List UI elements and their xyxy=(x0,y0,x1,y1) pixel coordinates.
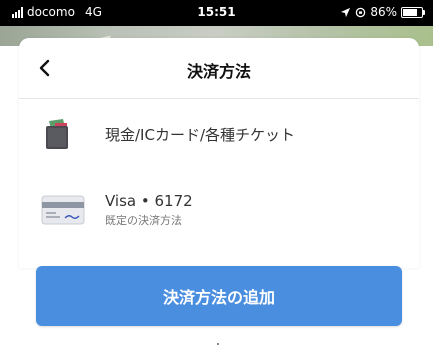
battery-percent: 86% xyxy=(370,5,397,19)
status-right: 86% xyxy=(340,5,425,19)
default-payment-badge: 既定の決済方法 xyxy=(105,214,182,227)
page-title: 決済方法 xyxy=(186,62,251,81)
payment-method-label: 現金/ICカード/各種チケット xyxy=(105,125,296,144)
add-payment-method-button[interactable]: 決済方法の追加 xyxy=(36,266,402,326)
payment-method-visa[interactable]: Visa • 6172 既定の決済方法 xyxy=(19,186,419,234)
payment-method-cash[interactable]: 現金/ICカード/各種チケット xyxy=(19,112,419,156)
location-arrow-icon xyxy=(341,7,351,17)
payment-method-text: Visa • 6172 既定の決済方法 xyxy=(105,192,193,228)
rotation-lock-icon xyxy=(356,7,366,17)
payment-method-text: 現金/ICカード/各種チケット xyxy=(105,124,295,145)
sheet-header: 決済方法 xyxy=(19,38,419,99)
app-screen: docomo 4G 15:51 86% 決済方法 現金/ICカード/各種チケット… xyxy=(0,0,433,348)
status-bar: docomo 4G 15:51 86% xyxy=(0,0,433,26)
home-indicator xyxy=(217,343,219,345)
battery-icon xyxy=(401,6,425,18)
payment-method-label: Visa • 6172 xyxy=(105,192,193,210)
payment-method-sheet: 決済方法 現金/ICカード/各種チケット Visa • 6172 既定の決済方法 xyxy=(19,38,419,268)
wallet-icon xyxy=(46,119,68,149)
battery-level-fill xyxy=(403,8,417,16)
credit-card-icon xyxy=(41,195,85,225)
